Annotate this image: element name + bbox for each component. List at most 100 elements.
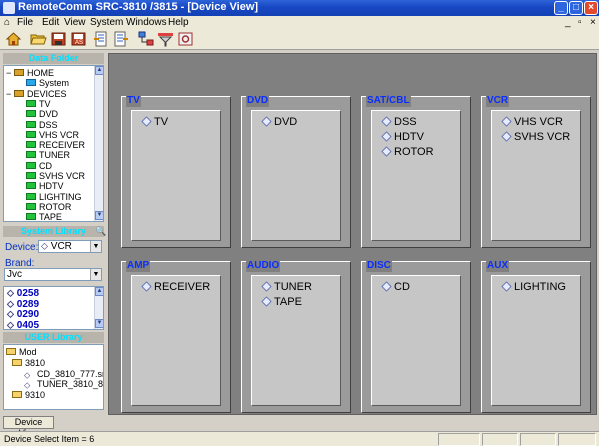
device-item[interactable]: CD (381, 281, 410, 294)
scroll-down-icon[interactable]: ▼ (95, 211, 103, 220)
tab-device-view[interactable]: Device View (3, 416, 54, 438)
menu-windows[interactable]: Windows (126, 16, 167, 29)
code-item[interactable]: ⬦ 0289 (7, 299, 39, 310)
device-group-list: DVD (251, 110, 341, 241)
scroll-up-icon[interactable]: ▲ (95, 287, 103, 296)
status-panel-3 (520, 433, 556, 446)
tree-item[interactable]: CD (39, 161, 52, 171)
tree-item[interactable]: SVHS VCR (39, 171, 85, 181)
device-group-amp[interactable]: AMP RECEIVER (121, 260, 231, 413)
search-icon[interactable]: 🔍 (95, 226, 106, 237)
chevron-down-icon[interactable]: ▼ (90, 269, 101, 280)
device-item[interactable]: ROTOR (381, 146, 434, 159)
tree-item[interactable]: HDTV (39, 181, 64, 191)
menu-system[interactable]: System (90, 16, 123, 29)
mdi-restore-icon[interactable]: ▫ (578, 16, 582, 29)
device-select[interactable]: ⬦ VCR ▼ (38, 240, 102, 253)
tree-item[interactable]: DVD (39, 109, 58, 119)
menu-edit[interactable]: Edit (42, 16, 59, 29)
device-item[interactable]: TV (141, 116, 169, 129)
tree-item[interactable]: TAPE (39, 212, 62, 221)
device-group-disc[interactable]: DISC CD (361, 260, 471, 413)
device-group-vcr[interactable]: VCR VHS VCR SVHS VCR (481, 95, 591, 248)
folder-icon (26, 110, 36, 118)
data-folder-scrollbar[interactable]: ▲ ▼ (94, 66, 103, 221)
code-item[interactable]: ⬦ 0405 (7, 319, 40, 330)
device-item[interactable]: DSS (381, 116, 417, 129)
device-group-label: DISC (366, 260, 392, 272)
remote-icon (261, 281, 272, 292)
minimize-icon[interactable]: _ (554, 1, 568, 15)
user-library-item[interactable]: 3810 (25, 358, 45, 368)
device-item[interactable]: TUNER (261, 281, 312, 294)
device-group-dvd[interactable]: DVD DVD (241, 95, 351, 248)
system-library-header: System Library (3, 226, 104, 237)
data-folder-header: Data Folder (3, 53, 104, 64)
settings-icon[interactable] (177, 31, 194, 47)
close-icon[interactable]: × (584, 1, 598, 15)
device-group-list: TUNER TAPE (251, 275, 341, 406)
device-item[interactable]: VHS VCR (501, 116, 563, 129)
user-library-item[interactable]: Mod (19, 347, 37, 357)
file-icon: ⬦ (24, 369, 31, 380)
tree-item[interactable]: DEVICES (27, 89, 67, 99)
user-library-item[interactable]: 9310 (25, 390, 45, 400)
folder-icon (26, 79, 36, 87)
device-item-label: TV (154, 116, 169, 128)
expander-icon[interactable]: − (6, 89, 11, 99)
tree-item[interactable]: RECEIVER (39, 140, 85, 150)
app-icon (3, 2, 15, 14)
device-group-audio[interactable]: AUDIO TUNER TAPE (241, 260, 351, 413)
brand-select[interactable]: Jvc ▼ (4, 268, 102, 281)
home-icon[interactable] (5, 31, 22, 47)
export-icon[interactable] (112, 31, 129, 47)
device-group-sat-cbl[interactable]: SAT/CBL DSS HDTV ROTOR (361, 95, 471, 248)
chevron-down-icon[interactable]: ▼ (90, 241, 101, 252)
device-tree-icon[interactable] (138, 31, 155, 47)
code-item[interactable]: ⬦ 0290 (7, 309, 39, 320)
code-label: 0405 (16, 319, 40, 330)
mdi-minimize-icon[interactable]: _ (565, 16, 571, 29)
open-folder-icon[interactable] (30, 31, 47, 47)
menu-help[interactable]: Help (168, 16, 189, 29)
tree-item[interactable]: TUNER (39, 150, 70, 160)
device-item[interactable]: HDTV (381, 131, 424, 144)
device-item[interactable]: LIGHTING (501, 281, 566, 294)
device-item[interactable]: SVHS VCR (501, 131, 570, 144)
remote-icon (381, 131, 392, 142)
user-library-item[interactable]: CD_3810_777.smoc (37, 369, 103, 379)
data-folder-tree: − HOME System − DEVICES TV DVD DSS VHS VCR RECEIV… (3, 65, 104, 222)
tree-item[interactable]: LIGHTING (39, 192, 82, 202)
device-item[interactable]: RECEIVER (141, 281, 210, 294)
maximize-icon[interactable]: □ (569, 1, 583, 15)
left-panel: Data Folder − HOME System − DEVICES TV DVD DSS V… (0, 51, 107, 413)
device-group-list: TV (131, 110, 221, 241)
user-library-item[interactable]: TUNER_3810_888. (37, 379, 103, 389)
device-item[interactable]: DVD (261, 116, 297, 129)
tree-item[interactable]: HOME (27, 68, 54, 78)
mdi-close-icon[interactable]: × (590, 16, 596, 29)
filter-icon[interactable] (157, 31, 174, 47)
import-icon[interactable] (93, 31, 110, 47)
save-as-icon[interactable]: AS (70, 31, 87, 47)
tree-item[interactable]: System (39, 78, 69, 88)
device-group-aux[interactable]: AUX LIGHTING (481, 260, 591, 413)
tree-item[interactable]: TV (39, 99, 51, 109)
mdi-child-icon[interactable]: ⌂ (4, 16, 10, 29)
menu-file[interactable]: File (17, 16, 33, 29)
remote-icon: ⬦ (7, 309, 17, 320)
code-item[interactable]: ⬦ 0258 (7, 288, 39, 299)
tree-item[interactable]: ROTOR (39, 202, 71, 212)
expander-icon[interactable]: − (6, 68, 11, 78)
tree-item[interactable]: DSS (39, 120, 58, 130)
scroll-up-icon[interactable]: ▲ (95, 66, 103, 75)
save-icon[interactable] (50, 31, 67, 47)
scroll-down-icon[interactable]: ▼ (95, 319, 103, 328)
code-list-scrollbar[interactable]: ▲ ▼ (94, 287, 103, 329)
device-item[interactable]: TAPE (261, 296, 302, 309)
menu-bar: ⌂ File Edit View System Windows Help _ ▫… (0, 16, 599, 29)
tree-item[interactable]: VHS VCR (39, 130, 79, 140)
folder-icon (26, 213, 36, 221)
menu-view[interactable]: View (64, 16, 86, 29)
device-group-tv[interactable]: TV TV (121, 95, 231, 248)
